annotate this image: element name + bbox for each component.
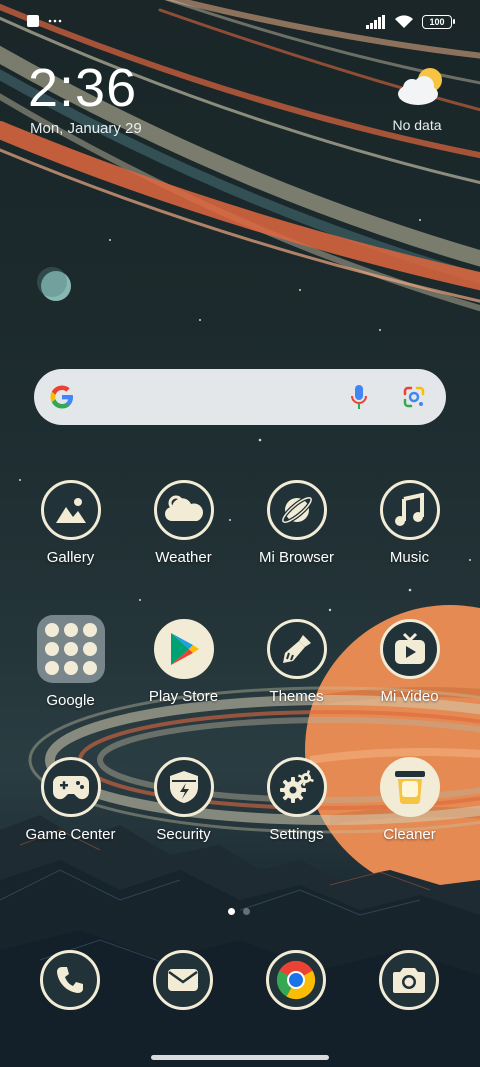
app-label: Mi Video — [380, 688, 439, 705]
trash-icon — [379, 757, 440, 817]
wifi-icon — [395, 15, 413, 28]
folder-mini-assistant-icon — [63, 661, 78, 675]
folder-mini-chrome-icon — [63, 623, 78, 637]
battery-tip — [453, 18, 455, 24]
app-label: Game Center — [25, 826, 116, 843]
play-store-icon — [153, 619, 214, 679]
google-search-bar[interactable] — [34, 369, 446, 425]
app-label: Mi Browser — [258, 549, 334, 566]
more-notifications-icon — [48, 19, 62, 23]
app-settings[interactable]: Settings — [240, 757, 353, 843]
app-label: Play Store — [148, 688, 219, 705]
app-gallery[interactable]: Gallery — [14, 480, 127, 566]
page-dot-active[interactable] — [228, 908, 235, 915]
app-play-store[interactable]: Play Store — [127, 619, 240, 705]
mail-icon — [168, 969, 198, 991]
dock-chrome[interactable] — [266, 950, 326, 1010]
dock-phone[interactable] — [40, 950, 100, 1010]
battery-indicator: 100 — [422, 14, 455, 29]
folder-google[interactable]: Google — [14, 615, 127, 709]
app-mi-browser[interactable]: Mi Browser — [240, 480, 353, 566]
voice-search-mic-icon[interactable] — [350, 384, 368, 410]
folder-mini-meet-icon — [82, 642, 97, 656]
themes-brush-icon — [266, 619, 327, 679]
folder-mini-photos-icon — [63, 642, 78, 656]
status-bar: 100 — [0, 0, 480, 44]
app-label: Themes — [269, 688, 324, 705]
weather-widget[interactable]: No data — [392, 66, 452, 133]
browser-icon — [266, 480, 327, 540]
phone-icon — [57, 967, 83, 993]
app-security[interactable]: Security — [127, 757, 240, 843]
app-label: Settings — [269, 826, 324, 843]
weather-status-text: No data — [392, 117, 442, 133]
gamepad-icon — [40, 757, 101, 817]
search-input[interactable] — [90, 381, 310, 413]
clock-time[interactable]: 2:36 — [28, 58, 137, 118]
notification-square-icon — [27, 15, 39, 27]
clock-date[interactable]: Mon, January 29 — [30, 120, 142, 137]
app-label: Weather — [155, 549, 212, 566]
page-dot[interactable] — [243, 908, 250, 915]
app-label: Cleaner — [383, 826, 436, 843]
video-icon — [379, 619, 440, 679]
dock-camera[interactable] — [379, 950, 439, 1010]
gallery-icon — [40, 480, 101, 540]
app-mi-video[interactable]: Mi Video — [353, 619, 466, 705]
google-lens-icon[interactable] — [402, 385, 426, 409]
app-label: Gallery — [46, 549, 95, 566]
home-gesture-bar[interactable] — [151, 1055, 329, 1060]
google-g-icon — [50, 385, 73, 409]
folder-icon — [36, 615, 105, 683]
music-icon — [379, 480, 440, 540]
folder-mini-maps-icon — [82, 623, 97, 637]
dock-messages[interactable] — [153, 950, 213, 1010]
page-indicator[interactable] — [228, 908, 250, 915]
camera-icon — [393, 968, 425, 993]
app-music[interactable]: Music — [353, 480, 466, 566]
weather-icon — [153, 480, 214, 540]
app-themes[interactable]: Themes — [240, 619, 353, 705]
status-bar-right: 100 — [366, 14, 455, 29]
app-label: Google — [46, 692, 95, 709]
folder-mini-drive-icon — [44, 642, 59, 656]
folder-mini-google-icon — [44, 623, 59, 637]
folder-mini-gmail-icon — [82, 661, 97, 675]
signal-icon — [366, 14, 385, 29]
app-cleaner[interactable]: Cleaner — [353, 757, 466, 843]
chrome-icon — [276, 960, 316, 1000]
app-weather[interactable]: Weather — [127, 480, 240, 566]
folder-mini-files-icon — [44, 661, 59, 675]
gear-icon — [266, 757, 327, 817]
app-label: Security — [156, 826, 211, 843]
status-bar-left — [26, 14, 62, 28]
partly-cloudy-icon — [398, 68, 442, 105]
app-game-center[interactable]: Game Center — [14, 757, 127, 843]
shield-icon — [153, 757, 214, 817]
battery-level-text: 100 — [429, 16, 445, 27]
app-label: Music — [389, 549, 430, 566]
